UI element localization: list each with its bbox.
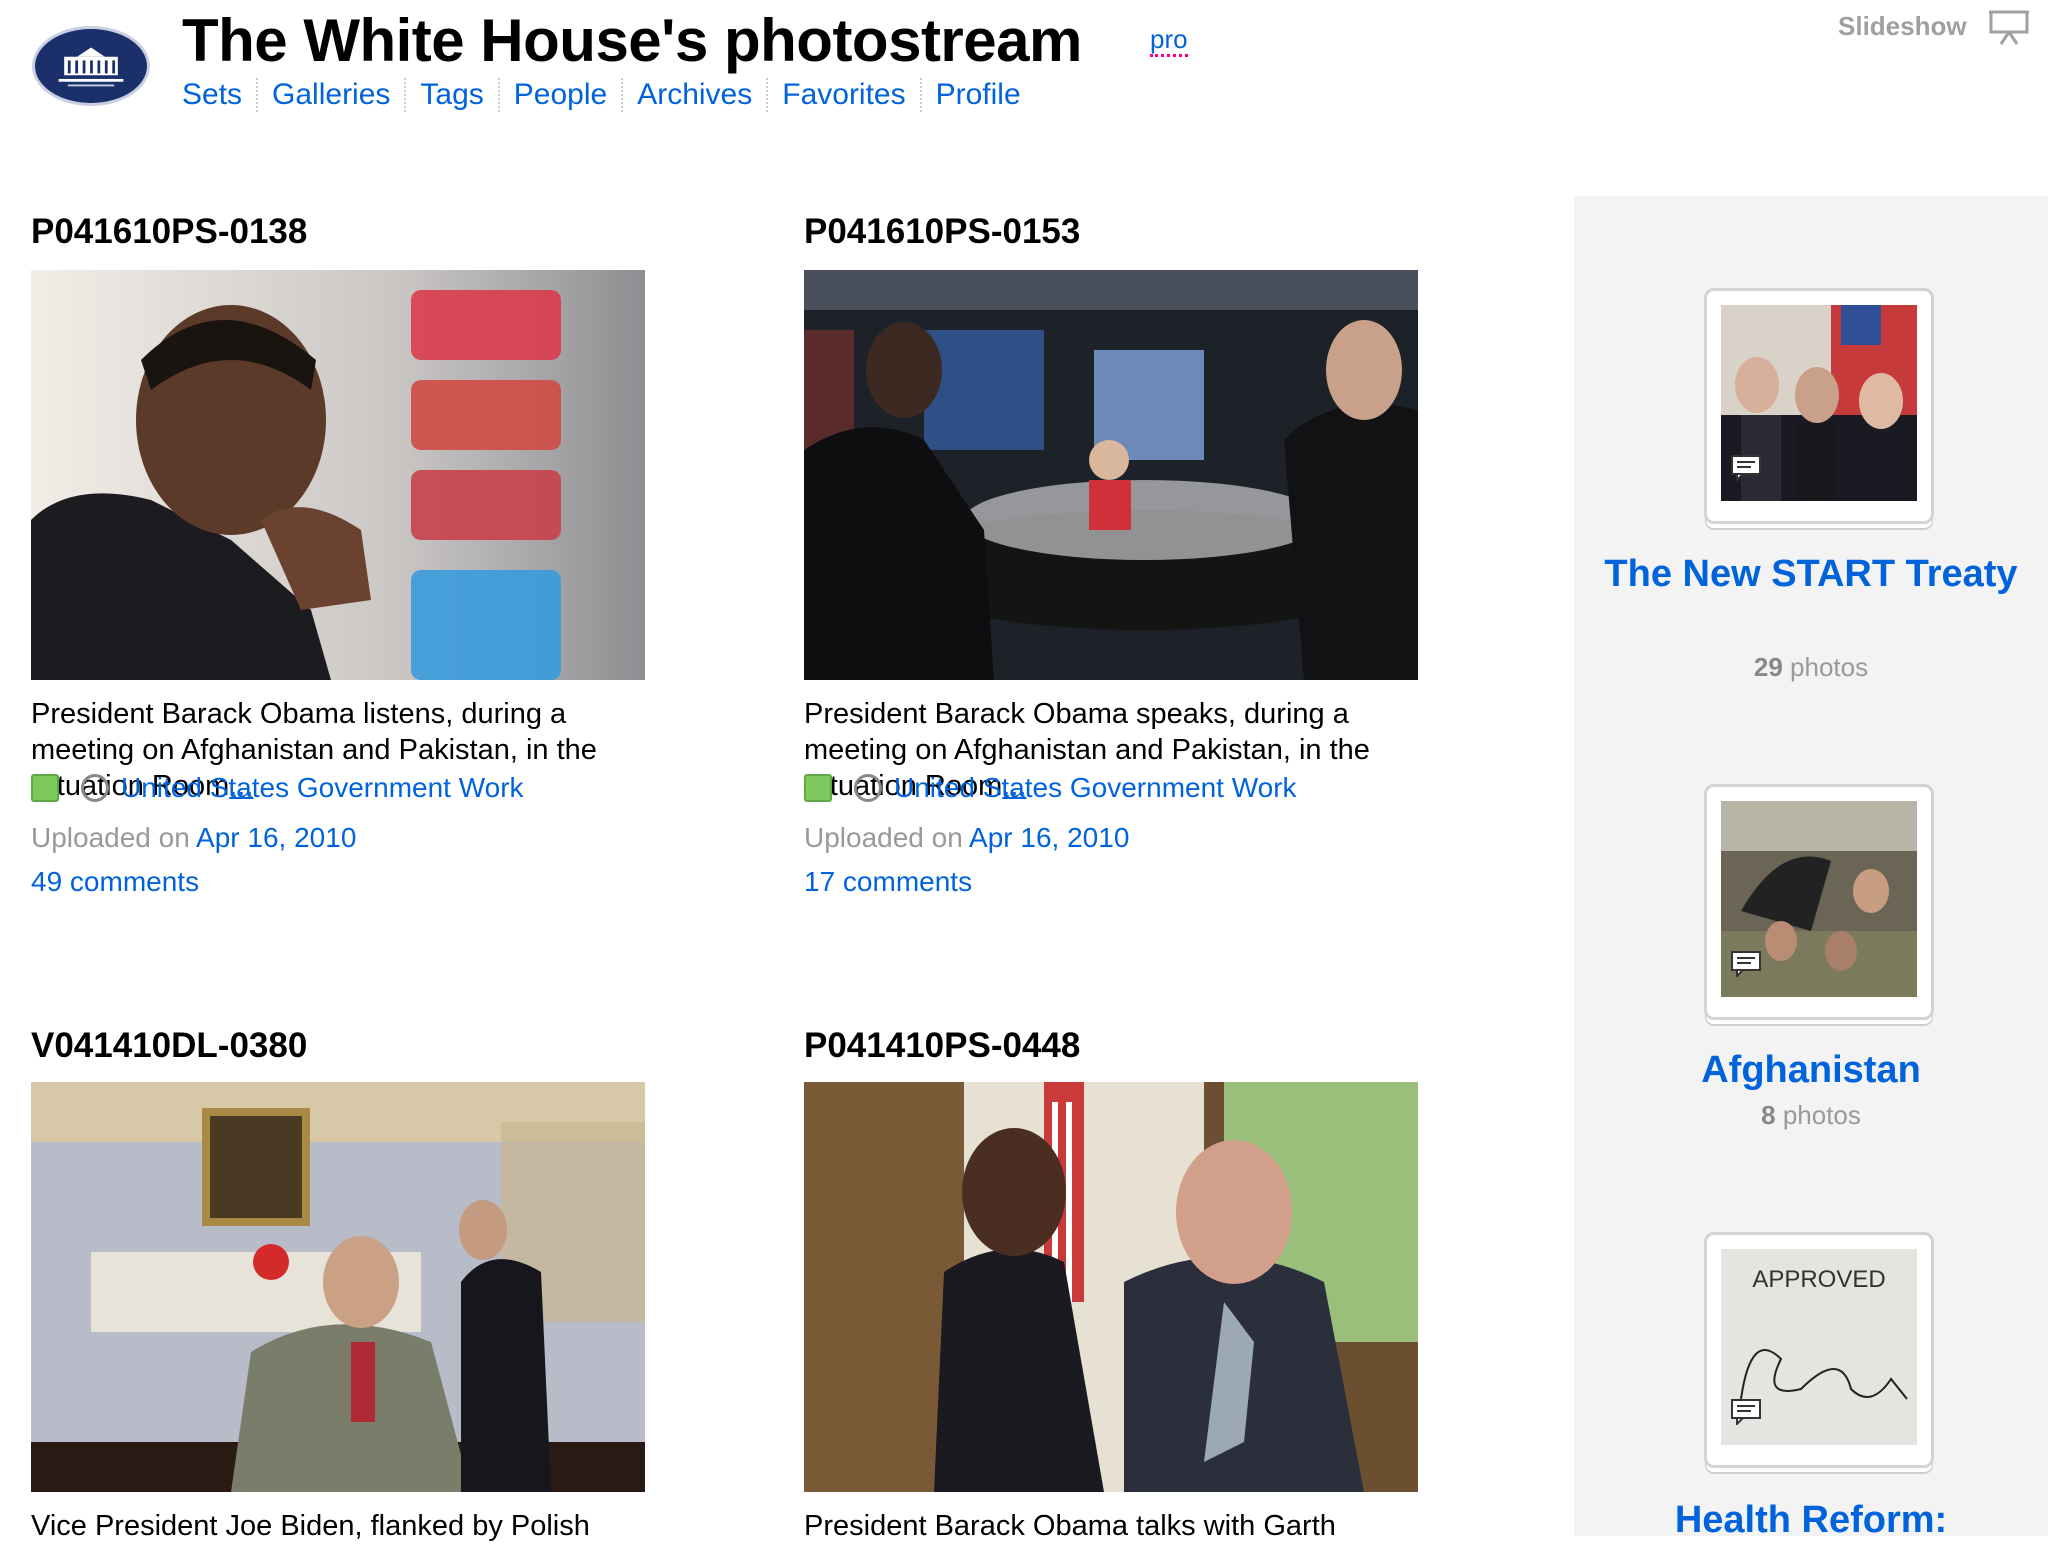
set-title-link[interactable]: The New START Treaty — [1574, 550, 2048, 598]
nav-people[interactable]: People — [497, 78, 621, 112]
set-title-link[interactable]: Health Reform: — [1574, 1496, 2048, 1544]
photo-title[interactable]: P041610PS-0153 — [804, 210, 1444, 254]
photo-thumbnail[interactable] — [804, 1082, 1418, 1492]
set-item: APPROVED Health Reform: — [1574, 1232, 2048, 1541]
photo-thumbnail[interactable] — [804, 270, 1418, 680]
photo-thumbnail[interactable] — [31, 1082, 645, 1492]
circle-icon — [854, 774, 882, 802]
upload-date-link[interactable]: Apr 16, 2010 — [196, 822, 356, 853]
comment-note-icon — [1731, 455, 1761, 481]
photo-caption: President Barack Obama talks with Garth — [804, 1510, 1336, 1542]
set-count-number: 8 — [1761, 1100, 1776, 1130]
set-count-number: 29 — [1753, 652, 1783, 682]
comments-link[interactable]: 49 comments — [31, 866, 199, 898]
nav-profile[interactable]: Profile — [919, 78, 1035, 112]
upload-info: Uploaded on Apr 16, 2010 — [31, 822, 356, 854]
photo-card: V041410DL-0380 Vice President Joe Biden,… — [31, 1024, 671, 1542]
license-link[interactable]: United States Government Work — [894, 772, 1297, 804]
comment-note-icon — [1731, 1399, 1761, 1425]
photo-card: P041410PS-0448 President Barack Obama ta… — [804, 1024, 1444, 1542]
set-item: The New START Treaty 29 photos — [1574, 288, 2048, 708]
set-count-label: photos — [1782, 1100, 1861, 1130]
slideshow-icon — [1988, 10, 2029, 45]
slideshow-button[interactable]: Slideshow — [1838, 6, 2031, 46]
set-count: 29 photos — [1574, 652, 2048, 683]
pro-badge[interactable]: pro — [1150, 24, 1188, 57]
photostream-nav: Sets Galleries Tags People Archives Favo… — [182, 78, 1035, 112]
set-title-link[interactable]: Afghanistan — [1574, 1046, 2048, 1094]
green-square-icon — [31, 774, 59, 802]
nav-tags[interactable]: Tags — [404, 78, 497, 112]
photo-title[interactable]: P041410PS-0448 — [804, 1024, 1444, 1068]
set-thumbnail[interactable] — [1704, 288, 1934, 524]
page-title: The White House's photostream — [182, 7, 1082, 74]
photo-card: P041610PS-0138 President Barack Obama li… — [31, 210, 671, 970]
nav-sets[interactable]: Sets — [182, 78, 256, 112]
nav-galleries[interactable]: Galleries — [256, 78, 404, 112]
set-thumbnail[interactable] — [1704, 784, 1934, 1020]
uploaded-prefix: Uploaded on — [31, 822, 190, 853]
comments-link[interactable]: 17 comments — [804, 866, 972, 898]
license-row: United States Government Work — [804, 772, 1297, 804]
set-count: 8 photos — [1574, 1100, 2048, 1131]
uploaded-prefix: Uploaded on — [804, 822, 963, 853]
set-count-label: photos — [1790, 652, 1869, 682]
approved-stamp-text: APPROVED — [1752, 1266, 1885, 1293]
slideshow-label: Slideshow — [1838, 10, 1967, 41]
photo-card: P041610PS-0153 President Barack Obama sp… — [804, 210, 1444, 970]
white-house-logo[interactable] — [32, 26, 150, 106]
nav-archives[interactable]: Archives — [621, 78, 766, 112]
green-square-icon — [804, 774, 832, 802]
upload-date-link[interactable]: Apr 16, 2010 — [969, 822, 1129, 853]
nav-favorites[interactable]: Favorites — [766, 78, 919, 112]
license-link[interactable]: United States Government Work — [121, 772, 524, 804]
license-row: United States Government Work — [31, 772, 524, 804]
comment-note-icon — [1731, 951, 1761, 977]
photo-caption: Vice President Joe Biden, flanked by Pol… — [31, 1510, 590, 1542]
circle-icon — [81, 774, 109, 802]
photo-thumbnail[interactable] — [31, 270, 645, 680]
set-thumbnail[interactable]: APPROVED — [1704, 1232, 1934, 1468]
sets-sidebar: The New START Treaty 29 photos Afghanist… — [1574, 196, 2048, 1541]
upload-info: Uploaded on Apr 16, 2010 — [804, 822, 1129, 854]
photo-title[interactable]: V041410DL-0380 — [31, 1024, 671, 1068]
set-item: Afghanistan 8 photos — [1574, 784, 2048, 1164]
photo-title[interactable]: P041610PS-0138 — [31, 210, 671, 254]
